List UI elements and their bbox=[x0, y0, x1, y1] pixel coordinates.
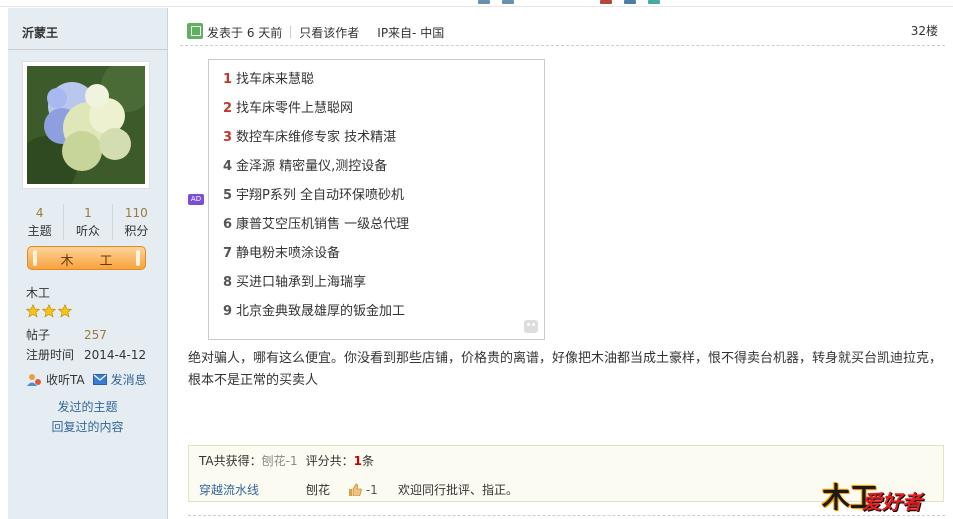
stat-followers[interactable]: 1 听众 bbox=[63, 204, 111, 240]
message-link[interactable]: 发消息 bbox=[111, 371, 147, 388]
post-time: 发表于 6 天前 bbox=[207, 26, 283, 40]
author-sidebar: 沂蒙王 4 主题 1 听众 110 积分 木工 木工 帖子 257 注册时间 2… bbox=[8, 8, 168, 519]
post-status-icon bbox=[187, 23, 203, 39]
author-actions: 收听TA 发消息 bbox=[26, 371, 147, 388]
stat-label: 听众 bbox=[75, 224, 100, 238]
author-name[interactable]: 沂蒙王 bbox=[22, 24, 58, 41]
stat-label: 积分 bbox=[124, 224, 149, 238]
rating-total-count: 1 bbox=[353, 454, 362, 468]
avatar[interactable] bbox=[22, 61, 150, 189]
ad-item[interactable]: 2 找车床零件上慧聪网 bbox=[223, 97, 409, 126]
toolbar-icon[interactable] bbox=[502, 0, 514, 4]
ad-item-text: 宇翔P系列 全自动环保喷砂机 bbox=[236, 188, 405, 203]
ad-item-text: 北京金典致晟雄厚的钣金加工 bbox=[236, 304, 406, 319]
rank-title: 木工 bbox=[26, 286, 51, 300]
posts-value[interactable]: 257 bbox=[84, 328, 107, 342]
ad-item-text: 数控车床维修专家 技术精湛 bbox=[236, 130, 397, 145]
top-toolbar-strip bbox=[0, 0, 953, 7]
site-logo[interactable]: 木工 爱好者 bbox=[822, 476, 946, 516]
rating-row: 穿越流水线 刨花 -1 欢迎同行批评、指正。 bbox=[199, 481, 518, 498]
ad-box: 1 找车床来慧聪 2 找车床零件上慧聪网 3 数控车床维修专家 技术精湛 4 金泽源 精密量仪… bbox=[208, 59, 545, 340]
stat-threads[interactable]: 4 主题 bbox=[16, 204, 63, 240]
ad-mascot-icon[interactable] bbox=[524, 320, 538, 333]
register-label: 注册时间 bbox=[26, 348, 75, 362]
divider bbox=[180, 45, 945, 46]
threads-link[interactable]: 发过的主题 bbox=[8, 398, 167, 415]
replies-link[interactable]: 回复过的内容 bbox=[8, 418, 167, 435]
toolbar-icon[interactable] bbox=[624, 0, 636, 4]
posts-row: 帖子 257 bbox=[26, 326, 107, 343]
floor-number[interactable]: 32楼 bbox=[911, 22, 938, 39]
follow-icon bbox=[27, 373, 41, 386]
divider bbox=[8, 49, 167, 50]
ad-item[interactable]: 1 找车床来慧聪 bbox=[223, 68, 409, 97]
rating-user-link[interactable]: 穿越流水线 bbox=[199, 481, 306, 498]
stat-value: 1 bbox=[84, 206, 92, 220]
ad-item[interactable]: 5 宇翔P系列 全自动环保喷砂机 bbox=[223, 184, 409, 213]
author-only-link[interactable]: 只看该作者 bbox=[299, 26, 359, 40]
stat-value: 110 bbox=[124, 206, 148, 220]
rank-stars bbox=[26, 304, 72, 318]
ad-item-number: 1 bbox=[223, 72, 233, 87]
toolbar-icon[interactable] bbox=[600, 0, 612, 4]
post-meta-bar: 发表于 6 天前 只看该作者 IP来自- 中国 32楼 bbox=[180, 20, 945, 44]
register-value: 2014-4-12 bbox=[84, 348, 147, 362]
rank-badge-text: 木工 bbox=[60, 254, 139, 269]
avatar-image bbox=[27, 66, 145, 184]
message-icon bbox=[92, 373, 107, 385]
ad-item-text: 买进口轴承到上海瑞享 bbox=[236, 275, 367, 290]
register-row: 注册时间 2014-4-12 bbox=[26, 346, 146, 363]
ad-item-text: 找车床零件上慧聪网 bbox=[236, 101, 354, 116]
toolbar-icon[interactable] bbox=[648, 0, 660, 4]
rating-summary: TA共获得：刨花-1 评分共：1条 bbox=[199, 452, 374, 469]
logo-text-hobby: 爱好者 bbox=[862, 490, 922, 514]
stat-points[interactable]: 110 积分 bbox=[111, 204, 160, 240]
rank-star-icon bbox=[26, 304, 40, 318]
rating-obtained-value: 刨花-1 bbox=[261, 454, 298, 468]
rank-star-icon bbox=[58, 304, 72, 318]
rank-badge: 木工 bbox=[27, 246, 146, 270]
ad-item-number: 9 bbox=[223, 304, 233, 319]
ad-item[interactable]: 8 买进口轴承到上海瑞享 bbox=[223, 271, 409, 300]
ad-item-number: 3 bbox=[223, 130, 233, 145]
rating-total-unit: 条 bbox=[361, 454, 374, 468]
thumb-icon bbox=[349, 483, 362, 497]
author-stats: 4 主题 1 听众 110 积分 bbox=[16, 204, 160, 240]
ad-item[interactable]: 9 北京金典致晟雄厚的钣金加工 bbox=[223, 300, 409, 329]
rating-total-label: 评分共： bbox=[305, 454, 354, 468]
ad-item[interactable]: 6 康普艾空压机销售 一级总代理 bbox=[223, 213, 409, 242]
rating-score-value: -1 bbox=[365, 483, 378, 497]
ad-item-number: 7 bbox=[223, 246, 233, 261]
ad-item-text: 找车床来慧聪 bbox=[236, 72, 315, 87]
toolbar-icons bbox=[478, 0, 660, 4]
rating-obtained-label: TA共获得： bbox=[199, 454, 262, 468]
post-meta: 发表于 6 天前 只看该作者 IP来自- 中国 bbox=[207, 24, 444, 41]
ad-badge: AD bbox=[188, 194, 204, 205]
ad-item-text: 静电粉末喷涂设备 bbox=[236, 246, 341, 261]
toolbar-icon[interactable] bbox=[478, 0, 490, 4]
rating-score: -1 bbox=[348, 483, 398, 497]
ad-item-number: 8 bbox=[223, 275, 233, 290]
rating-item: 刨花 bbox=[306, 483, 331, 497]
ad-item-text: 康普艾空压机销售 一级总代理 bbox=[236, 217, 410, 232]
follow-link[interactable]: 收听TA bbox=[46, 371, 85, 388]
ad-item-number: 5 bbox=[223, 188, 233, 203]
rank-star-icon bbox=[42, 304, 56, 318]
ad-item-number: 6 bbox=[223, 217, 233, 232]
ad-item[interactable]: 3 数控车床维修专家 技术精湛 bbox=[223, 126, 409, 155]
ad-item-number: 2 bbox=[223, 101, 233, 116]
ad-item[interactable]: 4 金泽源 精密量仪,测控设备 bbox=[223, 155, 409, 184]
ad-item-number: 4 bbox=[223, 159, 233, 174]
rank-badge-cap bbox=[136, 250, 140, 266]
ad-item-text: 金泽源 精密量仪,测控设备 bbox=[236, 159, 388, 174]
ad-item[interactable]: 7 静电粉末喷涂设备 bbox=[223, 242, 409, 271]
stat-value: 4 bbox=[35, 206, 44, 220]
stat-label: 主题 bbox=[27, 224, 52, 238]
post-content: 绝对骗人，哪有这么便宜。你没看到那些店铺，价格贵的离谱，好像把木油都当成土豪样，… bbox=[188, 351, 943, 388]
rating-comment: 欢迎同行批评、指正。 bbox=[398, 483, 519, 497]
ad-list: 1 找车床来慧聪 2 找车床零件上慧聪网 3 数控车床维修专家 技术精湛 4 金泽源 精密量仪… bbox=[223, 68, 409, 329]
posts-label: 帖子 bbox=[26, 328, 51, 342]
ip-location: IP来自- 中国 bbox=[377, 26, 445, 40]
